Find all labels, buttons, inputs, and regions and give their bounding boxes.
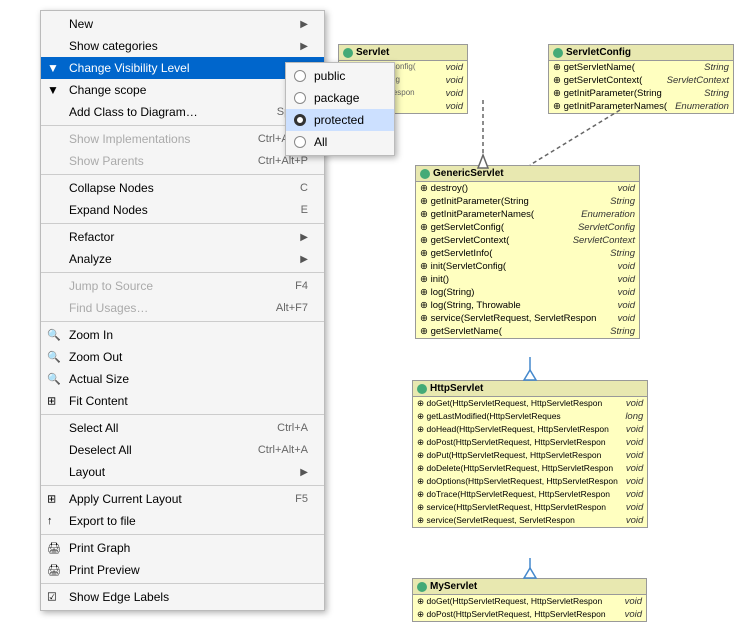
uml-row: ⊕ getServletConfig(ServletConfig xyxy=(416,221,639,234)
uml-row: ⊕ getInitParameter(StringString xyxy=(416,195,639,208)
zoom-in-icon: 🔍 xyxy=(47,329,61,342)
menu-item-refactor[interactable]: Refactor ▶ xyxy=(41,226,324,248)
uml-row: ⊕ getLastModified(HttpServletRequeslong xyxy=(413,410,647,423)
submenu-item-package[interactable]: package xyxy=(286,87,394,109)
separator xyxy=(41,485,324,486)
uml-row: ⊕ doPost(HttpServletRequest, HttpServlet… xyxy=(413,608,646,621)
menu-item-new[interactable]: New ▶ xyxy=(41,13,324,35)
submenu-arrow-icon: ▶ xyxy=(300,254,308,265)
menu-item-zoom-out[interactable]: 🔍 Zoom Out xyxy=(41,346,324,368)
radio-protected xyxy=(294,114,306,126)
uml-row: ⊕ service(ServletRequest, ServletResponv… xyxy=(416,312,639,325)
export-icon: ↑ xyxy=(47,515,53,527)
fit-icon: ⊞ xyxy=(47,395,56,408)
submenu-arrow-icon: ▶ xyxy=(300,467,308,478)
uml-row: ⊕ doGet(HttpServletRequest, HttpServletR… xyxy=(413,595,646,608)
zoom-out-icon: 🔍 xyxy=(47,351,61,364)
menu-item-select-all[interactable]: Select All Ctrl+A xyxy=(41,417,324,439)
menu-item-change-visibility[interactable]: ▼ Change Visibility Level ▶ xyxy=(41,57,324,79)
menu-item-deselect-all[interactable]: Deselect All Ctrl+Alt+A xyxy=(41,439,324,461)
menu-item-print-preview[interactable]: 🖨 Print Preview xyxy=(41,559,324,581)
submenu-item-public[interactable]: public xyxy=(286,65,394,87)
menu-item-expand-nodes[interactable]: Expand Nodes E xyxy=(41,199,324,221)
uml-row: ⊕ service(HttpServletRequest, HttpServle… xyxy=(413,501,647,514)
uml-row: ⊕ getServletContext(ServletContext xyxy=(549,74,733,87)
menu-item-apply-layout[interactable]: ⊞ Apply Current Layout F5 xyxy=(41,488,324,510)
uml-genericservlet-header: GenericServlet xyxy=(416,166,639,182)
separator xyxy=(41,223,324,224)
menu-item-show-categories[interactable]: Show categories ▶ xyxy=(41,35,324,57)
menu-item-print-graph[interactable]: 🖨 Print Graph xyxy=(41,537,324,559)
submenu-item-protected[interactable]: protected xyxy=(286,109,394,131)
uml-row: ⊕ destroy()void xyxy=(416,182,639,195)
menu-item-find-usages: Find Usages… Alt+F7 xyxy=(41,297,324,319)
uml-row: ⊕ init(ServletConfig(void xyxy=(416,260,639,273)
uml-row: ⊕ getServletName(String xyxy=(416,325,639,338)
uml-servletconfig[interactable]: ServletConfig ⊕ getServletName(String ⊕ … xyxy=(548,44,734,114)
actual-size-icon: 🔍 xyxy=(47,373,61,386)
print-graph-icon: 🖨 xyxy=(47,542,61,555)
radio-all xyxy=(294,136,306,148)
menu-item-zoom-in[interactable]: 🔍 Zoom In xyxy=(41,324,324,346)
menu-item-change-scope[interactable]: ▼ Change scope ▶ xyxy=(41,79,324,101)
uml-row: ⊕ getInitParameterNames(Enumeration xyxy=(549,100,733,113)
visibility-submenu: public package protected All xyxy=(285,62,395,156)
submenu-arrow-icon: ▶ xyxy=(300,232,308,243)
menu-item-actual-size[interactable]: 🔍 Actual Size xyxy=(41,368,324,390)
submenu-arrow-icon: ▶ xyxy=(300,41,308,52)
uml-row: ⊕ doOptions(HttpServletRequest, HttpServ… xyxy=(413,475,647,488)
separator xyxy=(41,125,324,126)
print-preview-icon: 🖨 xyxy=(47,564,61,577)
submenu-arrow-icon: ▶ xyxy=(300,19,308,30)
menu-item-jump-to-source: Jump to Source F4 xyxy=(41,275,324,297)
menu-item-export-file[interactable]: ↑ Export to file xyxy=(41,510,324,532)
uml-row: ⊕ getInitParameter(StringString xyxy=(549,87,733,100)
radio-public xyxy=(294,70,306,82)
uml-row: ⊕ doPost(HttpServletRequest, HttpServlet… xyxy=(413,436,647,449)
menu-item-show-parents: Show Parents Ctrl+Alt+P xyxy=(41,150,324,172)
uml-row: ⊕ doHead(HttpServletRequest, HttpServlet… xyxy=(413,423,647,436)
uml-row: ⊕ init()void xyxy=(416,273,639,286)
filter-icon: ▼ xyxy=(47,61,59,75)
separator xyxy=(41,583,324,584)
menu-item-analyze[interactable]: Analyze ▶ xyxy=(41,248,324,270)
uml-row: ⊕ service(ServletRequest, ServletResponv… xyxy=(413,514,647,527)
uml-row: ⊕ getServletName(String xyxy=(549,61,733,74)
menu-item-collapse-nodes[interactable]: Collapse Nodes C xyxy=(41,177,324,199)
separator xyxy=(41,534,324,535)
apply-layout-icon: ⊞ xyxy=(47,493,56,506)
uml-httpservlet[interactable]: HttpServlet ⊕ doGet(HttpServletRequest, … xyxy=(412,380,648,528)
uml-myservlet[interactable]: MyServlet ⊕ doGet(HttpServletRequest, Ht… xyxy=(412,578,647,622)
submenu-item-all[interactable]: All xyxy=(286,131,394,153)
menu-item-add-class[interactable]: Add Class to Diagram… Space xyxy=(41,101,324,123)
checkbox-icon: ☑ xyxy=(47,591,57,604)
uml-servlet-header: Servlet xyxy=(339,45,467,61)
context-menu: New ▶ Show categories ▶ ▼ Change Visibil… xyxy=(40,10,325,611)
filter2-icon: ▼ xyxy=(47,83,59,97)
radio-package xyxy=(294,92,306,104)
uml-httpservlet-header: HttpServlet xyxy=(413,381,647,397)
uml-row: ⊕ getServletInfo(String xyxy=(416,247,639,260)
uml-row: ⊕ doDelete(HttpServletRequest, HttpServl… xyxy=(413,462,647,475)
uml-servletconfig-header: ServletConfig xyxy=(549,45,733,61)
uml-row: ⊕ doGet(HttpServletRequest, HttpServletR… xyxy=(413,397,647,410)
uml-genericservlet[interactable]: GenericServlet ⊕ destroy()void ⊕ getInit… xyxy=(415,165,640,339)
uml-row: ⊕ doPut(HttpServletRequest, HttpServletR… xyxy=(413,449,647,462)
separator xyxy=(41,272,324,273)
uml-row: ⊕ getServletContext(ServletContext xyxy=(416,234,639,247)
menu-item-show-edge-labels[interactable]: ☑ Show Edge Labels xyxy=(41,586,324,608)
separator xyxy=(41,414,324,415)
uml-row: ⊕ doTrace(HttpServletRequest, HttpServle… xyxy=(413,488,647,501)
uml-row: ⊕ log(String)void xyxy=(416,286,639,299)
menu-item-layout[interactable]: Layout ▶ xyxy=(41,461,324,483)
uml-myservlet-header: MyServlet xyxy=(413,579,646,595)
separator xyxy=(41,174,324,175)
menu-item-show-impl: Show Implementations Ctrl+Alt+B xyxy=(41,128,324,150)
uml-row: ⊕ getInitParameterNames(Enumeration xyxy=(416,208,639,221)
separator xyxy=(41,321,324,322)
uml-row: ⊕ log(String, Throwablevoid xyxy=(416,299,639,312)
menu-item-fit-content[interactable]: ⊞ Fit Content xyxy=(41,390,324,412)
